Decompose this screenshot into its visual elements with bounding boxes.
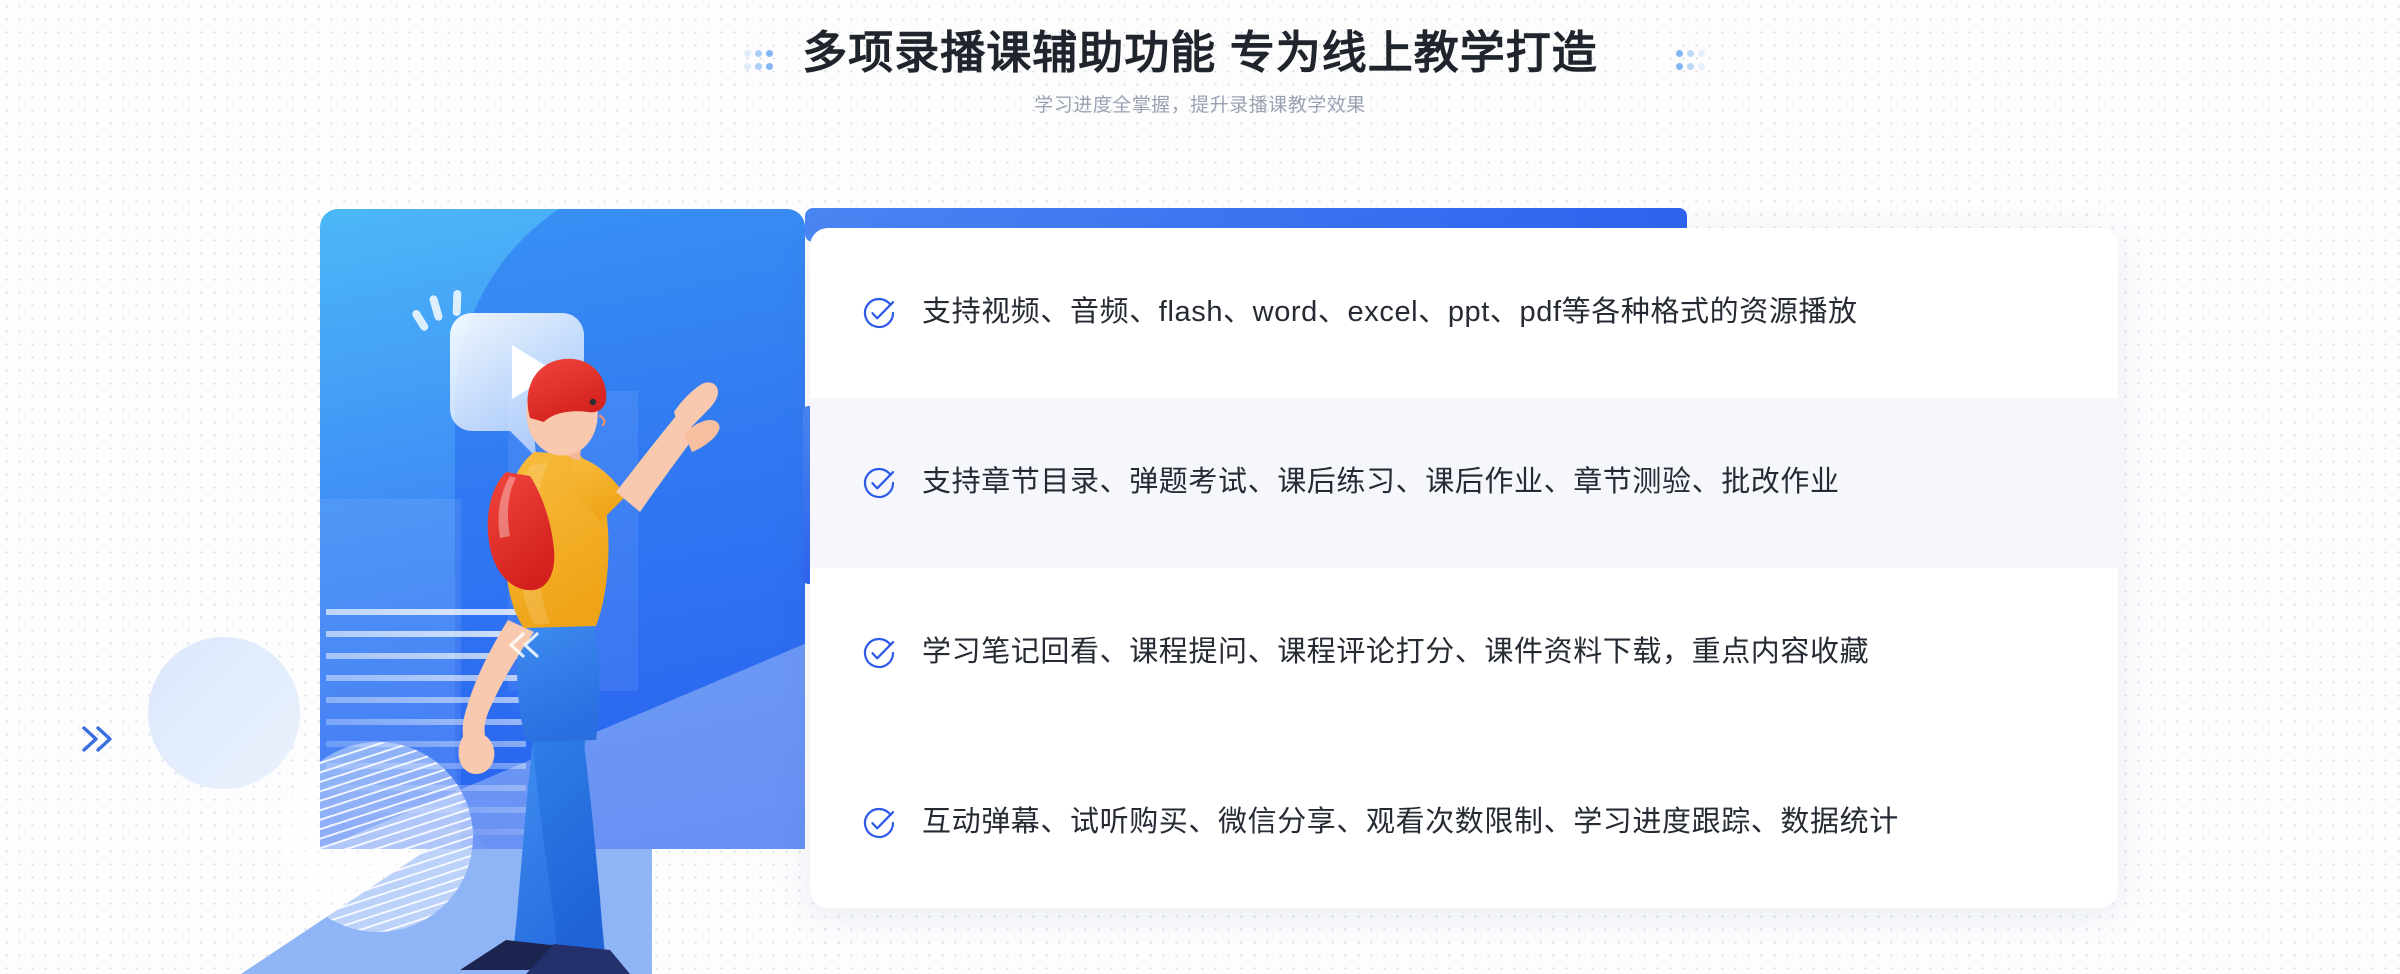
header-block: 多项录播课辅助功能 专为线上教学打造 学习进度全掌握，提升录播课教学效果 bbox=[0, 0, 2400, 119]
check-circle-icon bbox=[863, 807, 895, 839]
feature-label: 学习笔记回看、课程提问、课程评论打分、课件资料下载，重点内容收藏 bbox=[922, 636, 1870, 669]
dot-grid-ornament-left bbox=[744, 50, 777, 76]
page-title: 多项录播课辅助功能 专为线上教学打造 bbox=[802, 27, 1598, 78]
dot bbox=[766, 50, 773, 57]
feature-card: 支持视频、音频、flash、word、excel、ppt、pdf等各种格式的资源… bbox=[810, 228, 2118, 908]
dot bbox=[1687, 50, 1694, 57]
feature-row[interactable]: 学习笔记回看、课程提问、课程评论打分、课件资料下载，重点内容收藏 bbox=[810, 568, 2118, 738]
feature-row[interactable]: 互动弹幕、试听购买、微信分享、观看次数限制、学习进度跟踪、数据统计 bbox=[810, 738, 2118, 908]
dot bbox=[1676, 50, 1683, 57]
feature-row[interactable]: 支持章节目录、弹题考试、课后练习、课后作业、章节测验、批改作业 bbox=[810, 398, 2118, 568]
feature-label: 互动弹幕、试听购买、微信分享、观看次数限制、学习进度跟踪、数据统计 bbox=[922, 806, 1899, 839]
decorative-circle bbox=[148, 637, 300, 789]
character-illustration bbox=[458, 358, 720, 974]
dot bbox=[1698, 63, 1705, 70]
check-circle-icon bbox=[863, 297, 895, 329]
promo-banner: 多项录播课辅助功能 专为线上教学打造 学习进度全掌握，提升录播课教学效果 支持视… bbox=[0, 0, 2400, 974]
check-circle-icon bbox=[863, 637, 895, 669]
dot bbox=[1698, 50, 1705, 57]
dot bbox=[755, 63, 762, 70]
page-subtitle: 学习进度全掌握，提升录播课教学效果 bbox=[1034, 95, 1366, 117]
dot bbox=[766, 63, 773, 70]
feature-label: 支持视频、音频、flash、word、excel、ppt、pdf等各种格式的资源… bbox=[922, 296, 1858, 329]
dot bbox=[744, 50, 751, 57]
chevron-double-left-icon bbox=[509, 632, 539, 658]
feature-label: 支持章节目录、弹题考试、课后练习、课后作业、章节测验、批改作业 bbox=[922, 466, 1840, 499]
check-circle-icon bbox=[863, 467, 895, 499]
dot bbox=[1687, 63, 1694, 70]
feature-row[interactable]: 支持视频、音频、flash、word、excel、ppt、pdf等各种格式的资源… bbox=[810, 228, 2118, 398]
dot-grid-ornament-right bbox=[1676, 50, 1709, 76]
feature-list: 支持视频、音频、flash、word、excel、ppt、pdf等各种格式的资源… bbox=[810, 228, 2118, 908]
chevron-double-right-icon bbox=[82, 726, 112, 752]
dot bbox=[1676, 63, 1683, 70]
dot bbox=[755, 50, 762, 57]
dot bbox=[744, 63, 751, 70]
